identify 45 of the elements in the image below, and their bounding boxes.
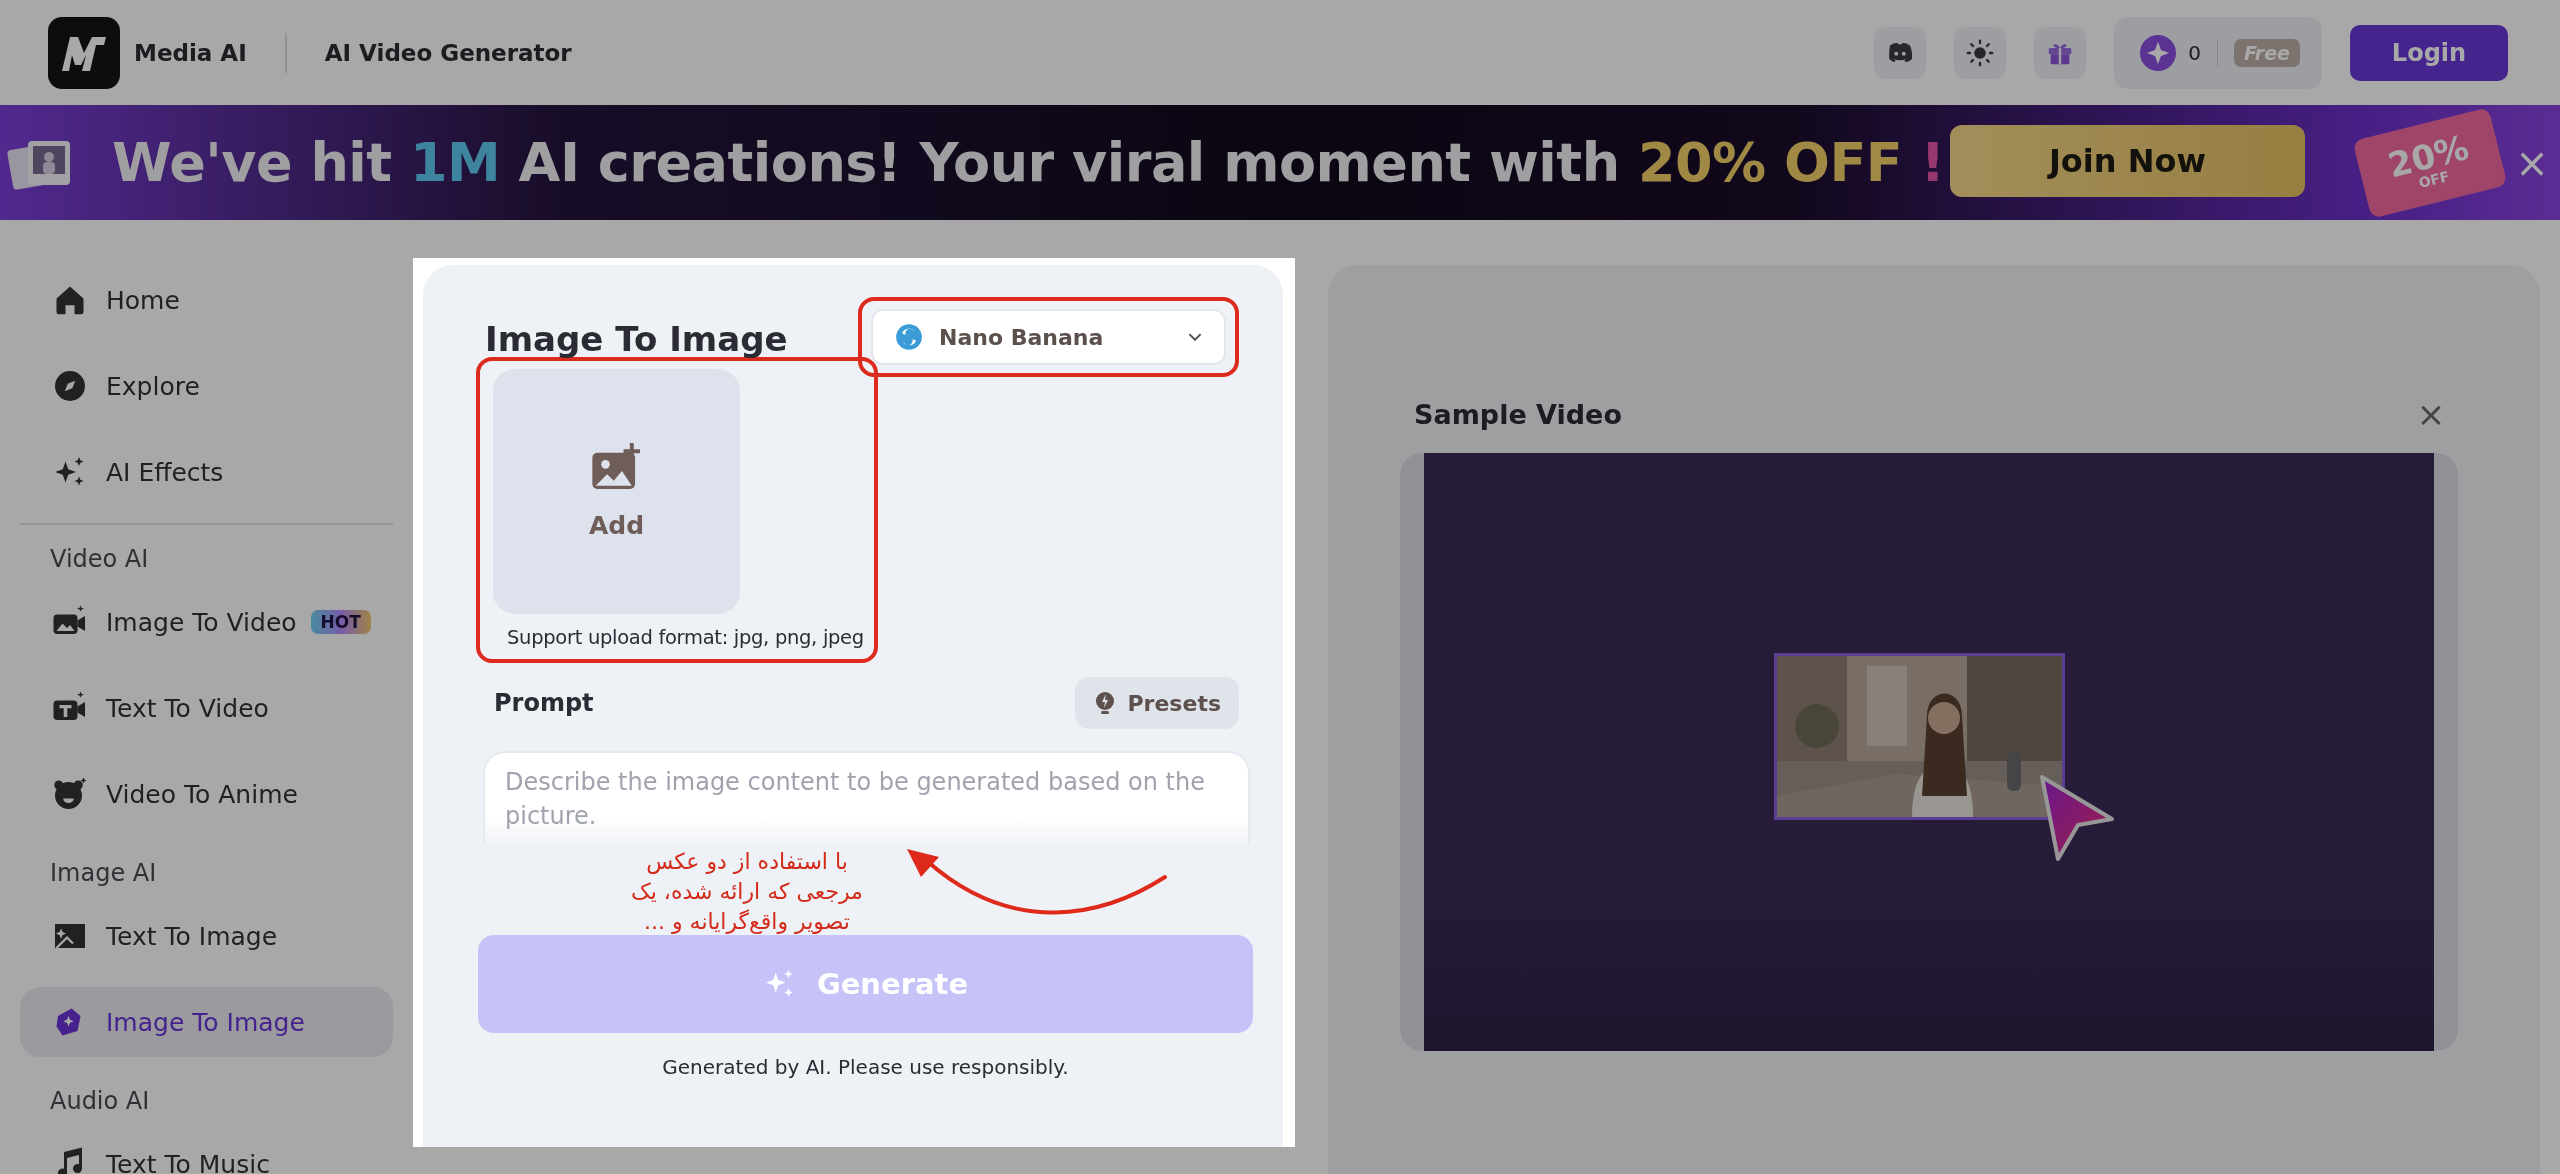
- logo-icon: [48, 16, 120, 89]
- upload-button[interactable]: Add: [493, 369, 740, 614]
- plan-badge: Free: [2233, 38, 2300, 67]
- promo-headline: We've hit 1M AI creations! Your viral moment with 20% OFF !: [112, 131, 1945, 194]
- section-heading: Image AI: [49, 858, 158, 889]
- form-title: Image To Image: [485, 319, 788, 359]
- sidebar-item[interactable]: Text To Music: [20, 1129, 393, 1174]
- swirl-icon: [895, 323, 923, 351]
- sun-icon[interactable]: [1954, 26, 2007, 79]
- brand-name: Media AI: [134, 39, 247, 66]
- credits-pill[interactable]: 0 Free: [2114, 16, 2322, 89]
- chevron-down-icon: [1188, 332, 1202, 342]
- annotation-line: تصویر واقع‌گرایانه و ...: [644, 908, 850, 936]
- prompt-field[interactable]: Describe the image content to be generated based on the picture.: [483, 751, 1250, 843]
- gift-icon[interactable]: [2034, 26, 2087, 79]
- sidebar-item[interactable]: Image To Image: [20, 987, 393, 1057]
- sidebar-item[interactable]: AI Effects: [20, 437, 393, 507]
- sidebar-item[interactable]: Text To Image: [20, 901, 393, 971]
- presets-button[interactable]: Presets: [1075, 677, 1239, 729]
- credit-count: 0: [2188, 40, 2201, 65]
- join-now-button[interactable]: Join Now: [1950, 125, 2305, 197]
- section-heading: Video AI: [49, 544, 150, 575]
- face-icon: [52, 776, 88, 812]
- sidebar-item[interactable]: Image To Video HOT: [20, 587, 393, 657]
- sidebar-item[interactable]: Video To Anime: [20, 759, 393, 829]
- prompt-label: Prompt: [494, 689, 594, 717]
- model-dropdown[interactable]: Nano Banana: [871, 309, 1226, 365]
- sidebar-item[interactable]: Text To Video: [20, 673, 393, 743]
- compass-icon: [52, 368, 88, 404]
- discount-ticket: 20% OFF: [2352, 107, 2508, 219]
- product-title: AI Video Generator: [324, 39, 572, 66]
- upload-hint: Support upload format: jpg, png, jpeg: [507, 626, 865, 649]
- sidebar-item[interactable]: Home: [20, 265, 393, 335]
- annotation-line: مرجعی که ارائه شده، یک: [631, 878, 863, 906]
- annotation-line: با استفاده از دو عکس: [646, 848, 848, 876]
- disclaimer-text: Generated by AI. Please use responsibly.: [661, 1055, 1070, 1079]
- add-image-icon: [591, 443, 642, 489]
- close-button[interactable]: ×: [2414, 397, 2448, 431]
- sidebar-item[interactable]: Explore: [20, 351, 393, 421]
- chat-icon[interactable]: [1874, 26, 1927, 79]
- hot-badge: HOT: [310, 610, 371, 634]
- preview-title: Sample Video: [1414, 398, 1622, 430]
- login-button[interactable]: Login: [2350, 24, 2508, 81]
- close-button[interactable]: ×: [2512, 143, 2552, 183]
- section-heading: Audio AI: [49, 1086, 151, 1117]
